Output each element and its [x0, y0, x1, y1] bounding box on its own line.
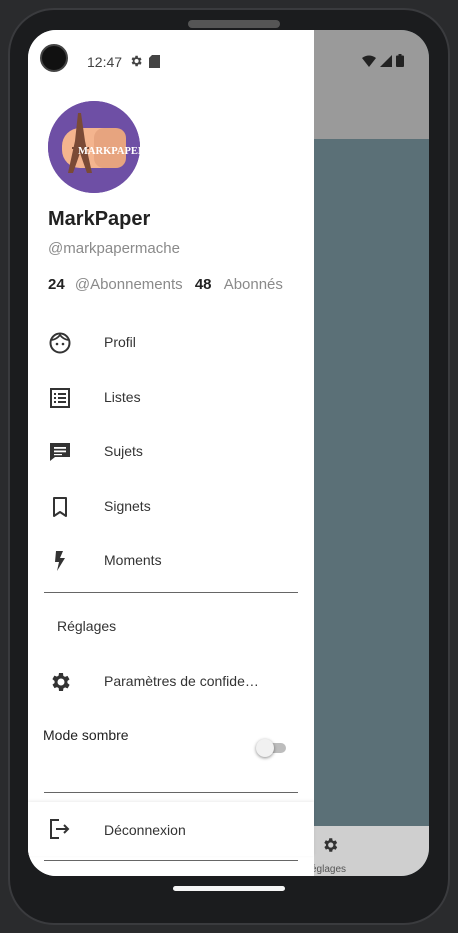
logo-text: MARKPAPER [78, 146, 140, 157]
menu-item-privacy-settings[interactable]: Paramètres de confide… [28, 655, 314, 709]
divider [44, 592, 298, 593]
divider [44, 792, 298, 793]
status-left-icons [129, 54, 160, 68]
menu-item-signets[interactable]: Signets [28, 480, 314, 534]
bolt-icon [55, 551, 65, 571]
battery-icon [396, 54, 404, 67]
face-icon [49, 332, 71, 354]
menu-item-label: Paramètres de confide… [104, 673, 259, 689]
menu-item-label: Profil [104, 334, 136, 350]
menu-item-listes[interactable]: Listes [28, 371, 314, 425]
status-time: 12:47 [87, 54, 123, 70]
menu-item-label: Listes [104, 389, 141, 405]
bookmark-icon [53, 497, 67, 517]
divider [44, 860, 298, 861]
settings-section-header: Réglages [57, 618, 117, 634]
follow-stats: 24 @Abonnements 48 Abonnés [48, 276, 283, 293]
list-icon [50, 388, 70, 408]
sim-card-icon [149, 54, 160, 68]
followers-count[interactable]: 48 [195, 276, 212, 293]
menu-item-label: Moments [104, 552, 162, 568]
menu-item-label: Signets [104, 498, 151, 514]
status-right-icons [362, 54, 404, 67]
following-count[interactable]: 24 [48, 276, 65, 293]
wifi-icon [362, 55, 376, 67]
signal-icon [380, 54, 392, 67]
comment-icon [50, 443, 70, 461]
logout-label: Déconnexion [104, 822, 186, 838]
logout-icon [50, 819, 70, 839]
dark-mode-label: Mode sombre [43, 727, 129, 743]
avatar[interactable]: MARKPAPER [48, 101, 140, 193]
front-camera [40, 44, 68, 72]
menu-item-profil[interactable]: Profil [28, 316, 314, 370]
logout-button[interactable]: Déconnexion [28, 802, 314, 856]
menu-item-label: Sujets [104, 443, 143, 459]
following-label[interactable]: @Abonnements [75, 276, 183, 293]
toggle-thumb [256, 739, 274, 757]
dark-mode-toggle[interactable] [256, 739, 288, 757]
settings-status-icon [131, 55, 142, 67]
profile-name: MarkPaper [48, 208, 151, 230]
menu-item-moments[interactable]: Moments [28, 534, 314, 588]
gear-icon [52, 673, 70, 691]
screen: églages 12:47 MARKPAPER MarkPaper @markp… [28, 30, 429, 876]
menu-item-sujets[interactable]: Sujets [28, 425, 314, 479]
profile-handle: @markpapermache [48, 240, 180, 257]
navigation-drawer: 12:47 MARKPAPER MarkPaper @markpapermach… [28, 30, 314, 876]
markpaper-logo: MARKPAPER [48, 101, 140, 193]
settings-tab-label: églages [311, 864, 347, 875]
speaker-grille [188, 20, 280, 28]
settings-tab-gear-icon [324, 838, 338, 852]
followers-label[interactable]: Abonnés [224, 276, 283, 293]
home-indicator[interactable] [173, 886, 285, 891]
